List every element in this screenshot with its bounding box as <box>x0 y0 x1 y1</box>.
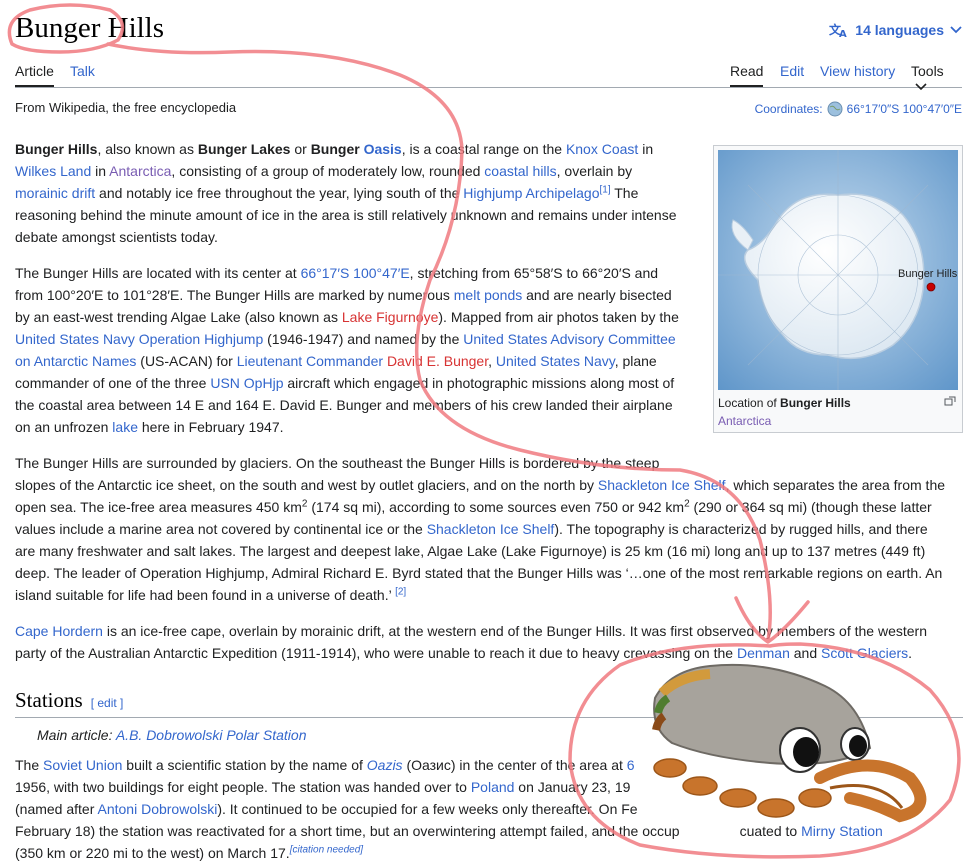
link-highjump-archipelago[interactable]: Highjump Archipelago <box>463 185 599 201</box>
svg-text:A: A <box>839 29 847 38</box>
link-caption-antarctica[interactable]: Antarctica <box>718 414 771 428</box>
section-heading-stations: Stations[ edit ] <box>15 688 963 718</box>
map-caption: Location of Bunger Hills Antarctica <box>718 394 958 430</box>
tools-label: Tools <box>911 63 944 79</box>
tab-edit[interactable]: Edit <box>780 63 804 79</box>
tagline: From Wikipedia, the free encyclopedia <box>15 100 237 115</box>
link-knox-coast[interactable]: Knox Coast <box>566 141 638 157</box>
link-lieutenant-commander[interactable]: Lieutenant Commander <box>237 353 383 369</box>
link-denman[interactable]: Denman <box>737 645 790 661</box>
link-usn-ophjp[interactable]: USN OpHjp <box>210 375 283 391</box>
link-station-coords[interactable]: 6 <box>627 757 635 773</box>
link-shackleton-ice-shelf[interactable]: Shackleton Ice Shelf <box>598 477 726 493</box>
link-david-bunger[interactable]: David E. Bunger <box>387 353 488 369</box>
link-coordinates[interactable]: 66°17′S 100°47′E <box>301 265 410 281</box>
link-dobrowolski-station[interactable]: A.B. Dobrowolski Polar Station <box>116 727 307 743</box>
tab-view-history[interactable]: View history <box>820 63 895 79</box>
tools-menu[interactable]: Tools <box>911 63 962 95</box>
coords-link[interactable]: 66°17′0″S 100°47′0″E <box>847 102 962 116</box>
language-button[interactable]: 文 A 14 languages <box>829 22 962 38</box>
tab-article[interactable]: Article <box>15 63 54 87</box>
link-poland[interactable]: Poland <box>471 779 515 795</box>
infobox-location-map: Bunger Hills Location of Bunger Hills An… <box>713 145 963 433</box>
paragraph-glaciers: The Bunger Hills are surrounded by glaci… <box>15 455 946 603</box>
link-us-acan[interactable]: United States Advisory Committee <box>463 331 675 347</box>
tab-talk[interactable]: Talk <box>70 63 95 79</box>
link-cape-hordern[interactable]: Cape Hordern <box>15 623 103 639</box>
language-count: 14 languages <box>855 22 944 38</box>
link-oasis[interactable]: Oasis <box>364 141 402 157</box>
link-wilkes-land[interactable]: Wilkes Land <box>15 163 91 179</box>
hatnote-main-article: Main article: A.B. Dobrowolski Polar Sta… <box>37 727 307 743</box>
link-melt-ponds[interactable]: melt ponds <box>454 287 522 303</box>
link-antoni-dobrowolski[interactable]: Antoni Dobrowolski <box>98 801 218 817</box>
link-soviet-union[interactable]: Soviet Union <box>43 757 122 773</box>
ref-2[interactable]: [2] <box>395 586 406 597</box>
antarctica-map[interactable]: Bunger Hills <box>718 150 958 390</box>
chevron-down-icon <box>950 26 962 34</box>
ref-1[interactable]: [1] <box>599 184 610 195</box>
translate-icon: 文 A <box>829 22 847 38</box>
link-antarctica[interactable]: Antarctica <box>109 163 171 179</box>
chevron-down-icon <box>915 83 927 91</box>
paragraph-stations: The Soviet Union built a scientific stat… <box>15 757 883 861</box>
link-lake[interactable]: lake <box>112 419 138 435</box>
location-marker <box>926 282 936 292</box>
link-morainic-drift[interactable]: morainic drift <box>15 185 95 201</box>
marker-label: Bunger Hills <box>898 268 958 280</box>
expand-icon[interactable] <box>944 396 956 406</box>
link-us-acan-cont[interactable]: on Antarctic Names <box>15 353 136 369</box>
coords-label: Coordinates: <box>754 102 823 116</box>
link-coastal-hills[interactable]: coastal hills <box>484 163 556 179</box>
page-title: Bunger Hills <box>15 12 165 44</box>
coordinates: Coordinates: 66°17′0″S 100°47′0″E <box>755 101 962 117</box>
link-lake-figurnoye[interactable]: Lake Figurnoye <box>342 309 439 325</box>
link-oazis[interactable]: Oazis <box>367 757 403 773</box>
edit-section-link[interactable]: [ edit ] <box>91 696 124 710</box>
link-us-navy[interactable]: United States Navy <box>496 353 615 369</box>
paragraph-location: The Bunger Hills are located with its ce… <box>15 265 679 435</box>
page-tabs: Article Talk Read Edit View history Tool… <box>15 62 962 91</box>
link-scott-glaciers[interactable]: Scott Glaciers <box>821 645 908 661</box>
citation-needed[interactable]: [citation needed] <box>290 844 363 855</box>
globe-icon[interactable] <box>827 101 843 117</box>
tab-read[interactable]: Read <box>730 63 764 87</box>
paragraph-intro: Bunger Hills, also known as Bunger Lakes… <box>15 141 677 245</box>
link-mirny-station[interactable]: Mirny Station <box>801 823 883 839</box>
link-operation-highjump[interactable]: United States Navy Operation Highjump <box>15 331 263 347</box>
link-shackleton-ice-shelf-2[interactable]: Shackleton Ice Shelf <box>427 521 555 537</box>
paragraph-cape-hordern: Cape Hordern is an ice-free cape, overla… <box>15 623 927 661</box>
